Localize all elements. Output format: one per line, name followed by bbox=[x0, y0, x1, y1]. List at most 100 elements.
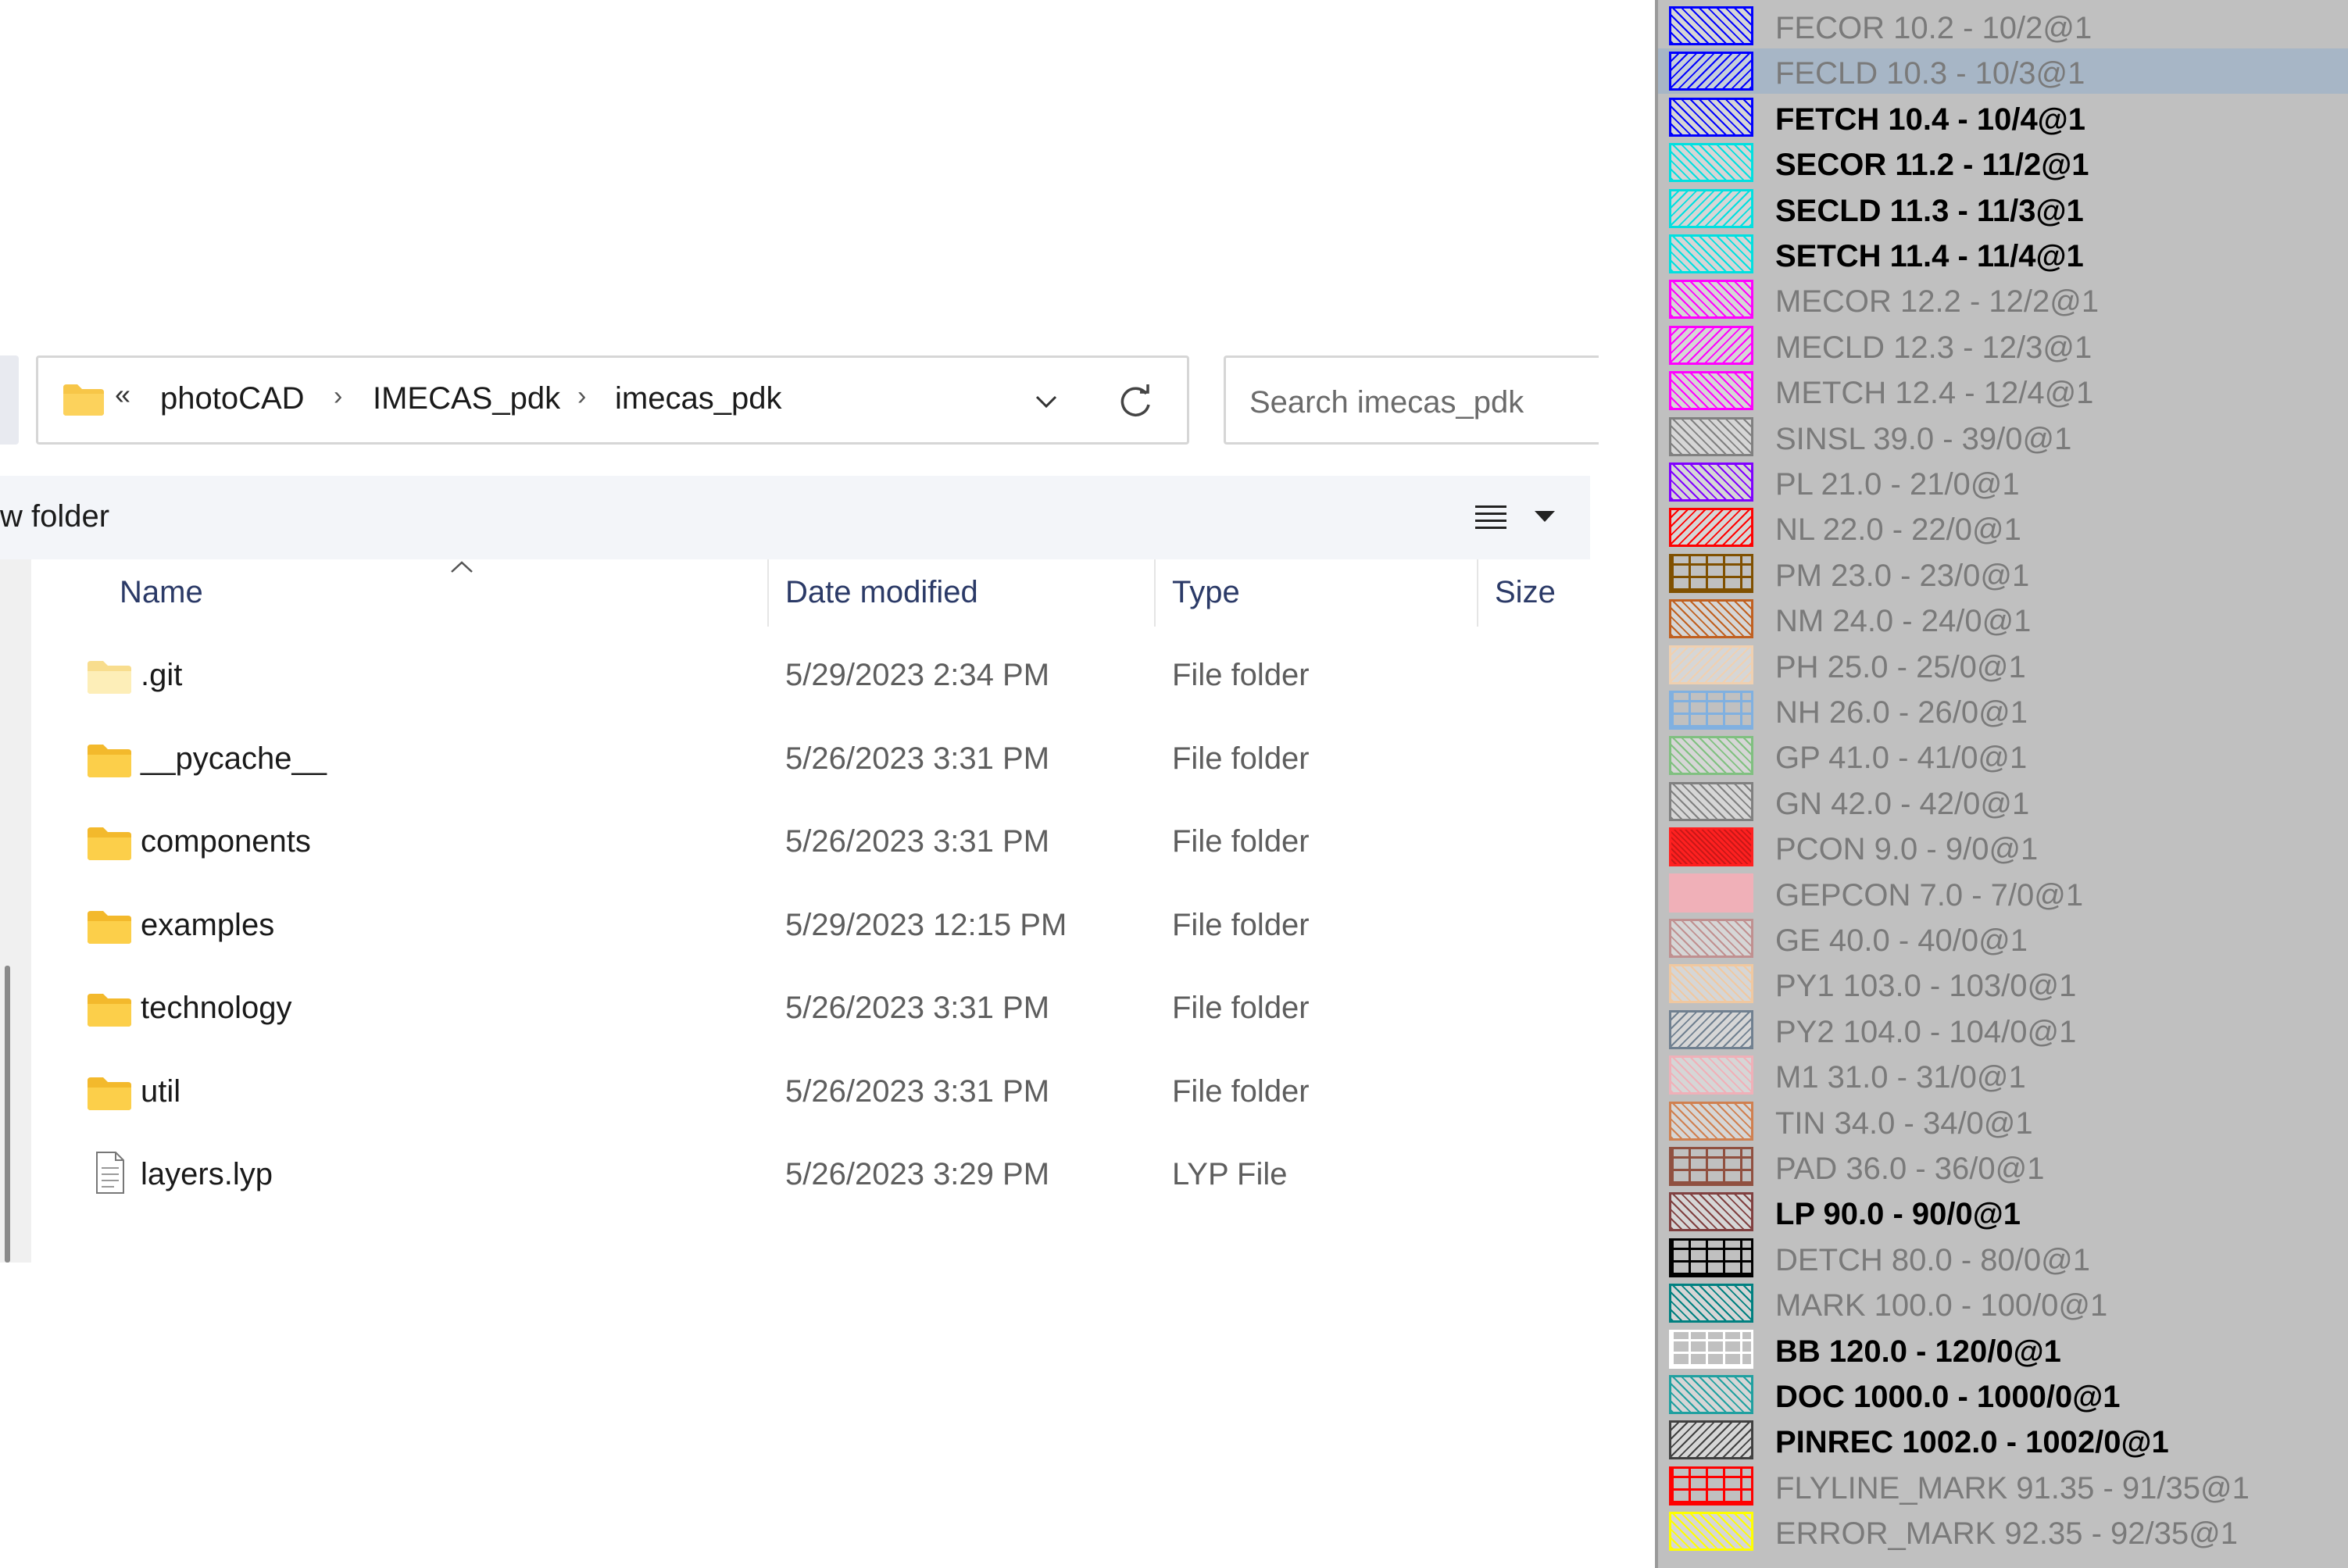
layer-row[interactable]: FECOR 10.2 - 10/2@1 bbox=[1658, 3, 2348, 48]
layer-row[interactable]: NH 26.0 - 26/0@1 bbox=[1658, 688, 2348, 733]
layer-color-swatch[interactable] bbox=[1669, 1512, 1753, 1552]
layer-color-swatch[interactable] bbox=[1669, 416, 1753, 456]
layer-row[interactable]: PY2 104.0 - 104/0@1 bbox=[1658, 1007, 2348, 1052]
layer-row[interactable]: PAD 36.0 - 36/0@1 bbox=[1658, 1144, 2348, 1189]
layer-color-swatch[interactable] bbox=[1669, 1238, 1753, 1277]
file-row[interactable]: util 5/26/2023 3:31 PM File folder bbox=[31, 1057, 1590, 1140]
column-divider[interactable] bbox=[1154, 559, 1156, 627]
layer-color-swatch[interactable] bbox=[1669, 280, 1753, 320]
column-divider[interactable] bbox=[767, 559, 769, 627]
layer-row[interactable]: METCH 12.4 - 12/4@1 bbox=[1658, 368, 2348, 413]
file-row[interactable]: components 5/26/2023 3:31 PM File folder bbox=[31, 807, 1590, 890]
layer-color-swatch[interactable] bbox=[1669, 1284, 1753, 1323]
layer-color-swatch[interactable] bbox=[1669, 1420, 1753, 1460]
layer-color-swatch[interactable] bbox=[1669, 143, 1753, 183]
layer-color-swatch[interactable] bbox=[1669, 1192, 1753, 1232]
file-row[interactable]: __pycache__ 5/26/2023 3:31 PM File folder bbox=[31, 724, 1590, 807]
layer-color-swatch[interactable] bbox=[1669, 781, 1753, 821]
layer-row[interactable]: PCON 9.0 - 9/0@1 bbox=[1658, 824, 2348, 870]
column-header-type[interactable]: Type bbox=[1172, 575, 1240, 610]
column-divider[interactable] bbox=[1477, 559, 1478, 627]
layer-label: SINSL 39.0 - 39/0@1 bbox=[1775, 421, 2072, 456]
caret-down-icon[interactable] bbox=[1533, 509, 1556, 524]
layer-color-swatch[interactable] bbox=[1669, 508, 1753, 548]
layer-row[interactable]: SETCH 11.4 - 11/4@1 bbox=[1658, 231, 2348, 277]
layer-color-swatch[interactable] bbox=[1669, 645, 1753, 684]
file-row[interactable]: .git 5/29/2023 2:34 PM File folder bbox=[31, 641, 1590, 723]
layer-color-swatch[interactable] bbox=[1669, 52, 1753, 91]
layer-row[interactable]: SINSL 39.0 - 39/0@1 bbox=[1658, 414, 2348, 459]
refresh-icon[interactable] bbox=[1115, 381, 1156, 422]
layer-color-swatch[interactable] bbox=[1669, 827, 1753, 867]
layer-row[interactable]: PM 23.0 - 23/0@1 bbox=[1658, 551, 2348, 596]
layer-row[interactable]: BB 120.0 - 120/0@1 bbox=[1658, 1327, 2348, 1372]
layer-row[interactable]: FLYLINE_MARK 91.35 - 91/35@1 bbox=[1658, 1463, 2348, 1509]
layer-color-swatch[interactable] bbox=[1669, 553, 1753, 593]
layer-color-swatch[interactable] bbox=[1669, 964, 1753, 1004]
layer-row[interactable]: GN 42.0 - 42/0@1 bbox=[1658, 779, 2348, 824]
layer-row[interactable]: PINREC 1002.0 - 1002/0@1 bbox=[1658, 1417, 2348, 1463]
layer-row[interactable]: NM 24.0 - 24/0@1 bbox=[1658, 596, 2348, 641]
details-view-icon[interactable] bbox=[1474, 502, 1508, 534]
breadcrumb-overflow[interactable]: « bbox=[115, 378, 130, 411]
layer-color-swatch[interactable] bbox=[1669, 1147, 1753, 1186]
scrollbar-thumb[interactable] bbox=[5, 966, 10, 1263]
layer-row[interactable]: TIN 34.0 - 34/0@1 bbox=[1658, 1098, 2348, 1144]
breadcrumb-imecas-pdk-parent[interactable]: IMECAS_pdk bbox=[373, 381, 560, 416]
layer-color-swatch[interactable] bbox=[1669, 1329, 1753, 1369]
file-row[interactable]: technology 5/26/2023 3:31 PM File folder bbox=[31, 973, 1590, 1056]
layer-color-swatch[interactable] bbox=[1669, 1009, 1753, 1049]
layer-row[interactable]: M1 31.0 - 31/0@1 bbox=[1658, 1052, 2348, 1098]
layer-row[interactable]: MECOR 12.2 - 12/2@1 bbox=[1658, 277, 2348, 322]
layer-row[interactable]: SECLD 11.3 - 11/3@1 bbox=[1658, 186, 2348, 231]
layer-color-swatch[interactable] bbox=[1669, 6, 1753, 45]
layer-row[interactable]: GP 41.0 - 41/0@1 bbox=[1658, 733, 2348, 778]
layer-color-swatch[interactable] bbox=[1669, 188, 1753, 228]
layer-row[interactable]: MARK 100.0 - 100/0@1 bbox=[1658, 1280, 2348, 1326]
layer-color-swatch[interactable] bbox=[1669, 463, 1753, 502]
layer-color-swatch[interactable] bbox=[1669, 371, 1753, 411]
layer-row[interactable]: NL 22.0 - 22/0@1 bbox=[1658, 505, 2348, 550]
layer-label: SECLD 11.3 - 11/3@1 bbox=[1775, 193, 2084, 228]
layer-color-swatch[interactable] bbox=[1669, 97, 1753, 137]
layer-row[interactable]: MECLD 12.3 - 12/3@1 bbox=[1658, 323, 2348, 368]
layer-color-swatch[interactable] bbox=[1669, 234, 1753, 273]
layer-row[interactable]: LP 90.0 - 90/0@1 bbox=[1658, 1189, 2348, 1234]
search-input[interactable] bbox=[1248, 380, 1579, 425]
column-header-name[interactable]: Name bbox=[120, 575, 203, 610]
address-bar[interactable]: « photoCAD › IMECAS_pdk › imecas_pdk bbox=[36, 355, 1189, 445]
breadcrumb-photocad[interactable]: photoCAD bbox=[160, 381, 305, 416]
layer-color-swatch[interactable] bbox=[1669, 691, 1753, 730]
search-box[interactable] bbox=[1224, 355, 1599, 445]
column-header-size[interactable]: Size bbox=[1495, 575, 1556, 610]
layer-row[interactable]: PY1 103.0 - 103/0@1 bbox=[1658, 961, 2348, 1006]
layer-color-swatch[interactable] bbox=[1669, 736, 1753, 776]
layer-color-swatch[interactable] bbox=[1669, 599, 1753, 639]
layer-color-swatch[interactable] bbox=[1669, 325, 1753, 365]
nav-button-stub[interactable] bbox=[0, 355, 19, 445]
layer-color-swatch[interactable] bbox=[1669, 873, 1753, 913]
file-row[interactable]: layers.lyp 5/26/2023 3:29 PM LYP File bbox=[31, 1140, 1590, 1223]
layer-row[interactable]: FECLD 10.3 - 10/3@1 bbox=[1658, 48, 2348, 95]
layer-row[interactable]: DOC 1000.0 - 1000/0@1 bbox=[1658, 1372, 2348, 1417]
layer-row[interactable]: FETCH 10.4 - 10/4@1 bbox=[1658, 95, 2348, 140]
new-folder-button[interactable]: w folder bbox=[0, 499, 109, 534]
layer-row[interactable]: GE 40.0 - 40/0@1 bbox=[1658, 916, 2348, 961]
layer-row[interactable]: PH 25.0 - 25/0@1 bbox=[1658, 642, 2348, 688]
layer-color-swatch[interactable] bbox=[1669, 1055, 1753, 1095]
layer-color-swatch[interactable] bbox=[1669, 1375, 1753, 1414]
layer-color-swatch[interactable] bbox=[1669, 1101, 1753, 1141]
layer-row[interactable]: ERROR_MARK 92.35 - 92/35@1 bbox=[1658, 1509, 2348, 1554]
file-row[interactable]: examples 5/29/2023 12:15 PM File folder bbox=[31, 891, 1590, 973]
layer-row[interactable]: DETCH 80.0 - 80/0@1 bbox=[1658, 1235, 2348, 1280]
layer-color-swatch[interactable] bbox=[1669, 1466, 1753, 1505]
column-header-date[interactable]: Date modified bbox=[785, 575, 978, 610]
breadcrumb-imecas-pdk[interactable]: imecas_pdk bbox=[615, 381, 781, 416]
layer-row[interactable]: SECOR 11.2 - 11/2@1 bbox=[1658, 140, 2348, 185]
layer-color-swatch[interactable] bbox=[1669, 919, 1753, 958]
layer-label: ERROR_MARK 92.35 - 92/35@1 bbox=[1775, 1516, 2238, 1552]
navigation-pane-scrollbar[interactable] bbox=[0, 559, 31, 1263]
chevron-down-icon[interactable] bbox=[1031, 386, 1062, 417]
layer-row[interactable]: GEPCON 7.0 - 7/0@1 bbox=[1658, 870, 2348, 916]
layer-row[interactable]: PL 21.0 - 21/0@1 bbox=[1658, 459, 2348, 505]
